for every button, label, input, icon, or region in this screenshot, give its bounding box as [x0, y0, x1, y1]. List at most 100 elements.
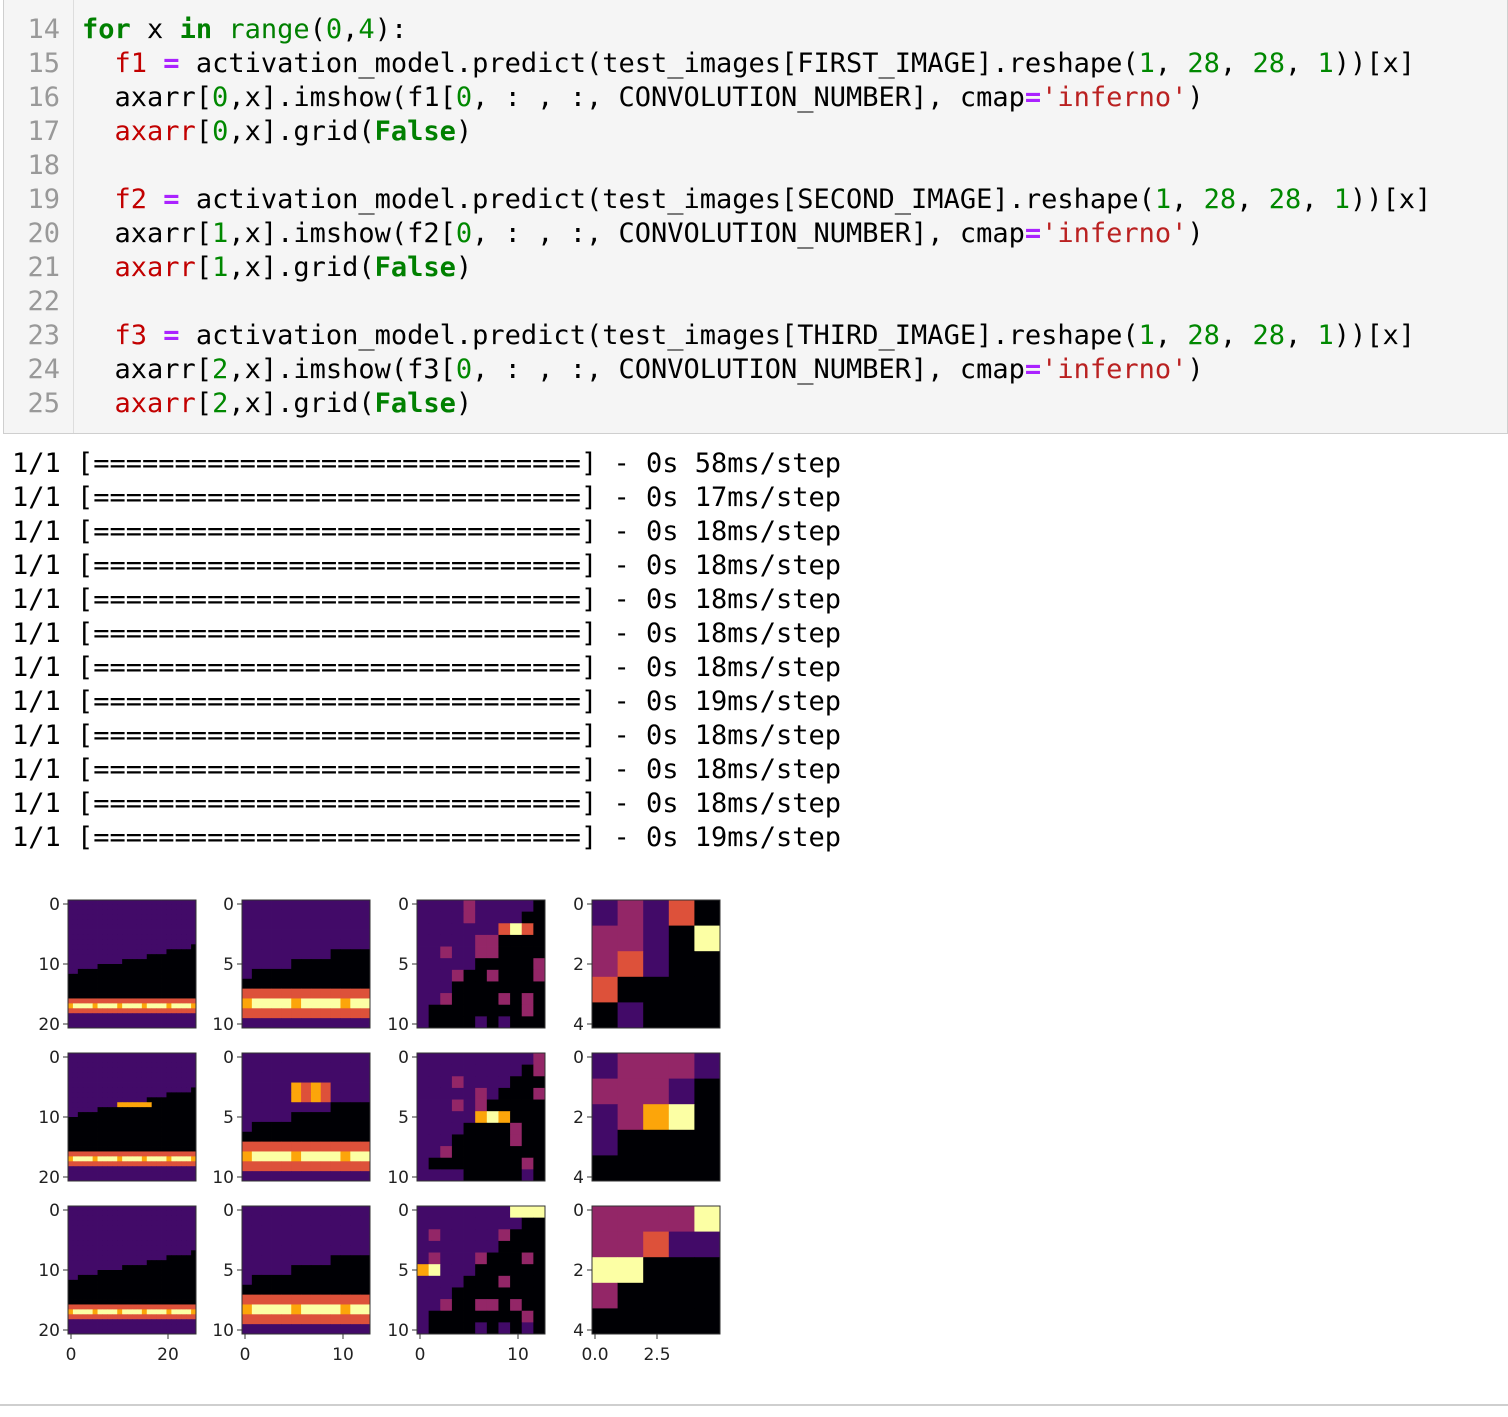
heatmap-cell [132, 1299, 138, 1305]
heatmap-cell [166, 1087, 172, 1093]
heatmap-cell [146, 1319, 153, 1325]
heatmap-cell [486, 993, 499, 1006]
heatmap-cell [181, 1092, 187, 1098]
heatmap-cell [127, 1013, 133, 1019]
heatmap-cell [151, 1053, 158, 1059]
heatmap-cell [146, 1314, 153, 1320]
heatmap-cell [281, 900, 292, 911]
heatmap-cell [132, 1294, 138, 1300]
heatmap-cell [498, 1299, 511, 1312]
heatmap-cell [82, 1151, 89, 1157]
heatmap-cell [181, 1319, 187, 1325]
heatmap-cell [72, 988, 79, 994]
heatmap-cell [320, 1255, 332, 1266]
heatmap-cell [186, 1304, 192, 1310]
heatmap-cell [181, 1131, 187, 1138]
heatmap-cell [117, 1141, 123, 1147]
heatmap-cell [498, 1157, 511, 1170]
heatmap-cell [271, 1324, 282, 1335]
heatmap-cell [77, 993, 84, 999]
heatmap-cell [310, 1082, 322, 1093]
heatmap-cell [360, 1324, 371, 1335]
heatmap-cell [475, 1157, 488, 1170]
code-line[interactable]: axarr[1,x].grid(False) [82, 251, 473, 285]
heatmap-cell [261, 949, 272, 960]
heatmap-cell [533, 1064, 546, 1077]
heatmap-cell [176, 924, 182, 930]
heatmap-cell [72, 1255, 79, 1261]
heatmap-cell [117, 1250, 123, 1256]
heatmap-cell [146, 1112, 153, 1118]
heatmap-cell [141, 1102, 148, 1108]
heatmap-cell [440, 1157, 453, 1170]
heatmap-cell [122, 1220, 128, 1227]
heatmap-cell [102, 1270, 108, 1276]
heatmap-cell [156, 1265, 162, 1271]
heatmap-cell [186, 1161, 192, 1167]
heatmap-cell [251, 949, 263, 960]
heatmap-cell [122, 964, 128, 970]
heatmap-cell [77, 1294, 84, 1300]
code-line[interactable]: axarr[2,x].grid(False) [82, 387, 473, 421]
heatmap-cell [463, 1016, 476, 1029]
heatmap-cell [166, 1324, 172, 1330]
heatmap-cell [498, 993, 511, 1006]
heatmap-cell [87, 978, 94, 985]
heatmap-cell [510, 1287, 523, 1300]
code-line[interactable]: axarr[0,x].grid(False) [82, 115, 473, 149]
heatmap-cell [350, 1092, 361, 1103]
code-line[interactable]: axarr[0,x].imshow(f1[0, : , :, CONVOLUTI… [82, 81, 1204, 115]
heatmap-cell [87, 988, 94, 994]
heatmap-cell [417, 1016, 430, 1029]
code-cell[interactable]: for x in range(0,4): f1 = activation_mod… [3, 0, 1508, 434]
heatmap-cell [181, 1166, 187, 1172]
code-line[interactable]: for x in range(0,4): [82, 13, 407, 47]
heatmap-cell [533, 958, 546, 971]
heatmap-cell [136, 1072, 143, 1079]
heatmap-cell [340, 1314, 351, 1325]
heatmap-cell [451, 1275, 464, 1288]
heatmap-cell [310, 1304, 322, 1315]
heatmap-cell [181, 1126, 187, 1133]
heatmap-cell [112, 1255, 118, 1261]
heatmap-cell [510, 958, 523, 971]
heatmap-cell [186, 1319, 192, 1325]
heatmap-cell [310, 1294, 322, 1305]
heatmap-cell [87, 1107, 94, 1113]
heatmap-cell [166, 1092, 172, 1098]
heatmap-cell [171, 934, 177, 940]
heatmap-cell [463, 981, 476, 994]
heatmap-cell [136, 1260, 143, 1266]
heatmap-cell [360, 909, 371, 921]
heatmap-cell [533, 993, 546, 1006]
code-line[interactable]: f1 = activation_model.predict(test_image… [82, 47, 1416, 81]
heatmap-cell [97, 1260, 103, 1266]
heatmap-cell [475, 981, 488, 994]
heatmap-cell [97, 944, 103, 950]
code-line[interactable]: axarr[1,x].imshow(f2[0, : , :, CONVOLUTI… [82, 217, 1204, 251]
code-line[interactable]: f3 = activation_model.predict(test_image… [82, 319, 1416, 353]
heatmap-cell [132, 1260, 138, 1266]
heatmap-cell [486, 958, 499, 971]
code-token: ,x].imshow(f3[ [228, 354, 456, 385]
heatmap-cell [82, 1092, 89, 1098]
heatmap-cell [92, 978, 98, 985]
heatmap-cell [186, 1299, 192, 1305]
heatmap-cell [92, 988, 98, 994]
code-line[interactable]: f2 = activation_model.predict(test_image… [82, 183, 1432, 217]
heatmap-cell [171, 1206, 177, 1212]
heatmap-cell [310, 1018, 322, 1029]
heatmap-cell [68, 1230, 74, 1236]
heatmap-cell [186, 968, 192, 975]
heatmap-cell [171, 1250, 177, 1256]
heatmap-cell [340, 1206, 351, 1217]
heatmap-cell [151, 1097, 158, 1103]
code-line[interactable]: axarr[2,x].imshow(f3[0, : , :, CONVOLUTI… [82, 353, 1204, 387]
heatmap-cell [82, 1225, 89, 1232]
heatmap-cell [127, 1220, 133, 1227]
heatmap-cell [87, 1057, 94, 1064]
heatmap-cell [350, 1072, 361, 1083]
heatmap-cell [117, 1136, 123, 1143]
heatmap-cell [132, 1245, 138, 1251]
heatmap-cell [97, 978, 103, 985]
